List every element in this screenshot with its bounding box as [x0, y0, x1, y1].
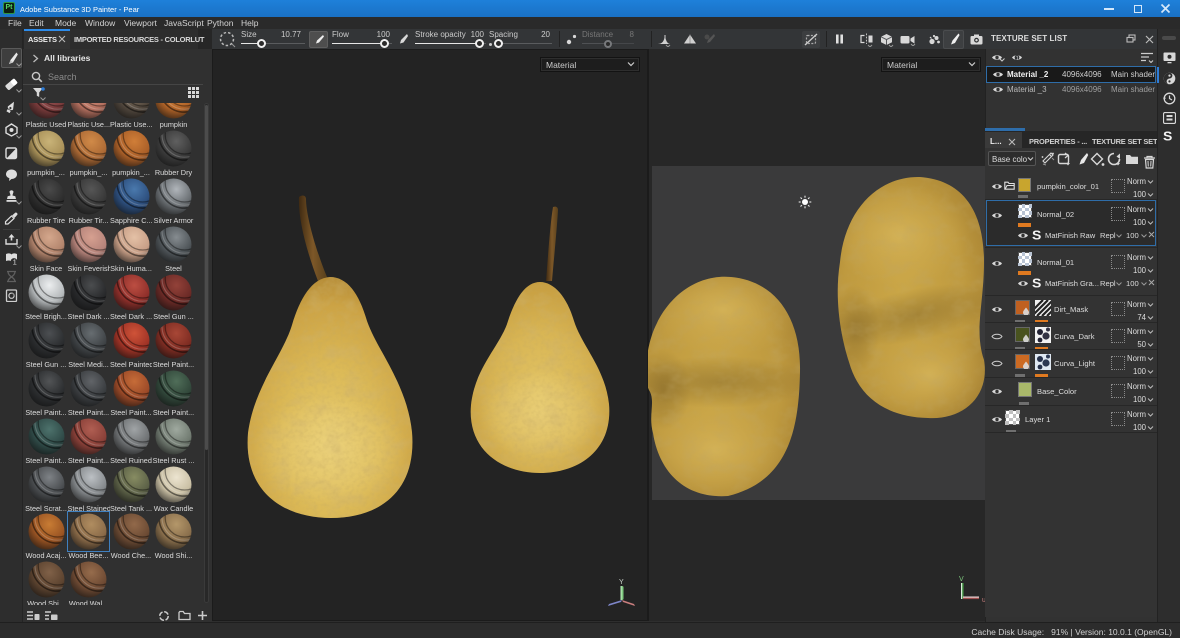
svg-text:Y: Y [619, 579, 624, 586]
svg-text:V: V [959, 576, 964, 583]
svg-text:1: 1 [1016, 56, 1019, 62]
svg-text:1: 1 [13, 257, 17, 265]
